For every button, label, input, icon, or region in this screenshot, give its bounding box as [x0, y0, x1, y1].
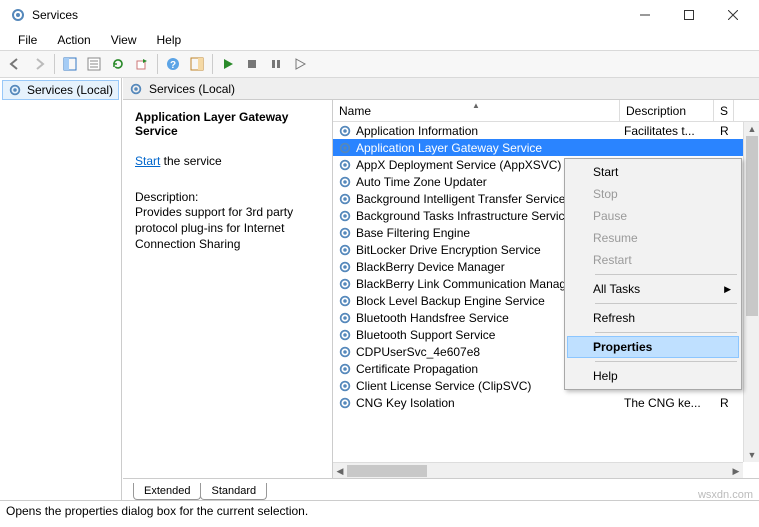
service-name: Client License Service (ClipSVC) — [356, 379, 531, 393]
selected-service-title: Application Layer Gateway Service — [135, 110, 324, 138]
context-menu: Start Stop Pause Resume Restart All Task… — [564, 158, 742, 390]
service-name: Certificate Propagation — [356, 362, 478, 376]
ctx-help[interactable]: Help — [567, 365, 739, 387]
service-name: Block Level Backup Engine Service — [356, 294, 545, 308]
watermark: wsxdn.com — [698, 489, 753, 501]
svg-text:?: ? — [170, 60, 176, 71]
detail-pane-button[interactable] — [59, 53, 81, 75]
ctx-pause: Pause — [567, 205, 739, 227]
ctx-properties[interactable]: Properties — [567, 336, 739, 358]
menu-action[interactable]: Action — [47, 31, 100, 49]
service-status: R — [720, 124, 729, 138]
window-title: Services — [32, 8, 623, 22]
tree-item-label: Services (Local) — [27, 83, 113, 97]
refresh-button[interactable] — [107, 53, 129, 75]
service-name: BlackBerry Device Manager — [356, 260, 505, 274]
menu-view[interactable]: View — [101, 31, 147, 49]
ctx-stop: Stop — [567, 183, 739, 205]
service-name: BitLocker Drive Encryption Service — [356, 243, 541, 257]
detail-panel: Application Layer Gateway Service Start … — [123, 100, 333, 478]
stop-service-button[interactable] — [241, 53, 263, 75]
start-service-button[interactable] — [217, 53, 239, 75]
service-name: Auto Time Zone Updater — [356, 175, 487, 189]
minimize-button[interactable] — [623, 0, 667, 30]
help-button[interactable]: ? — [162, 53, 184, 75]
content-header: Services (Local) — [123, 78, 759, 100]
vertical-scrollbar[interactable]: ▲▼ — [743, 122, 759, 462]
column-status[interactable]: S — [714, 100, 734, 121]
ctx-all-tasks[interactable]: All Tasks▶ — [567, 278, 739, 300]
service-name: Base Filtering Engine — [356, 226, 470, 240]
tree-pane: Services (Local) — [0, 78, 122, 500]
service-name: BlackBerry Link Communication Manager — [356, 277, 577, 291]
description-label: Description: — [135, 190, 324, 204]
menu-bar: File Action View Help — [0, 30, 759, 50]
service-name: CNG Key Isolation — [356, 396, 455, 410]
tree-services-local[interactable]: Services (Local) — [2, 80, 119, 100]
service-name: CDPUserSvc_4e607e8 — [356, 345, 480, 359]
service-name: Bluetooth Handsfree Service — [356, 311, 509, 325]
start-link[interactable]: Start — [135, 154, 160, 168]
sort-asc-icon: ▲ — [472, 101, 480, 110]
ctx-start[interactable]: Start — [567, 161, 739, 183]
menu-file[interactable]: File — [8, 31, 47, 49]
tab-extended[interactable]: Extended — [133, 483, 201, 500]
restart-service-button[interactable] — [289, 53, 311, 75]
tab-standard[interactable]: Standard — [200, 483, 267, 500]
export-button[interactable] — [131, 53, 153, 75]
ctx-refresh[interactable]: Refresh — [567, 307, 739, 329]
ctx-resume: Resume — [567, 227, 739, 249]
service-name: Application Information — [356, 124, 478, 138]
service-desc: The CNG ke... — [624, 396, 714, 410]
service-name: Application Layer Gateway Service — [356, 141, 542, 155]
ctx-restart: Restart — [567, 249, 739, 271]
submenu-arrow-icon: ▶ — [724, 284, 731, 295]
properties-button[interactable] — [83, 53, 105, 75]
pause-service-button[interactable] — [265, 53, 287, 75]
menu-help[interactable]: Help — [147, 31, 192, 49]
service-desc: Facilitates t... — [624, 124, 714, 138]
service-row[interactable]: Application Information Facilitates t... R — [333, 122, 759, 139]
app-icon — [10, 7, 26, 23]
toolbar: ? — [0, 50, 759, 78]
back-button[interactable] — [4, 53, 26, 75]
service-status: R — [720, 396, 729, 410]
service-name: AppX Deployment Service (AppXSVC) — [356, 158, 561, 172]
column-name[interactable]: Name▲ — [333, 100, 620, 121]
forward-button[interactable] — [28, 53, 50, 75]
service-row[interactable]: Application Layer Gateway Service — [333, 139, 759, 156]
column-description[interactable]: Description — [620, 100, 714, 121]
service-row[interactable]: CNG Key Isolation The CNG ke... R — [333, 394, 759, 411]
service-name: Background Tasks Infrastructure Service — [356, 209, 571, 223]
horizontal-scrollbar[interactable]: ◀▶ — [333, 462, 743, 478]
service-name: Bluetooth Support Service — [356, 328, 495, 342]
description-text: Provides support for 3rd party protocol … — [135, 204, 324, 253]
status-bar: Opens the properties dialog box for the … — [0, 500, 759, 522]
action-pane-button[interactable] — [186, 53, 208, 75]
service-name: Background Intelligent Transfer Service — [356, 192, 565, 206]
maximize-button[interactable] — [667, 0, 711, 30]
close-button[interactable] — [711, 0, 755, 30]
